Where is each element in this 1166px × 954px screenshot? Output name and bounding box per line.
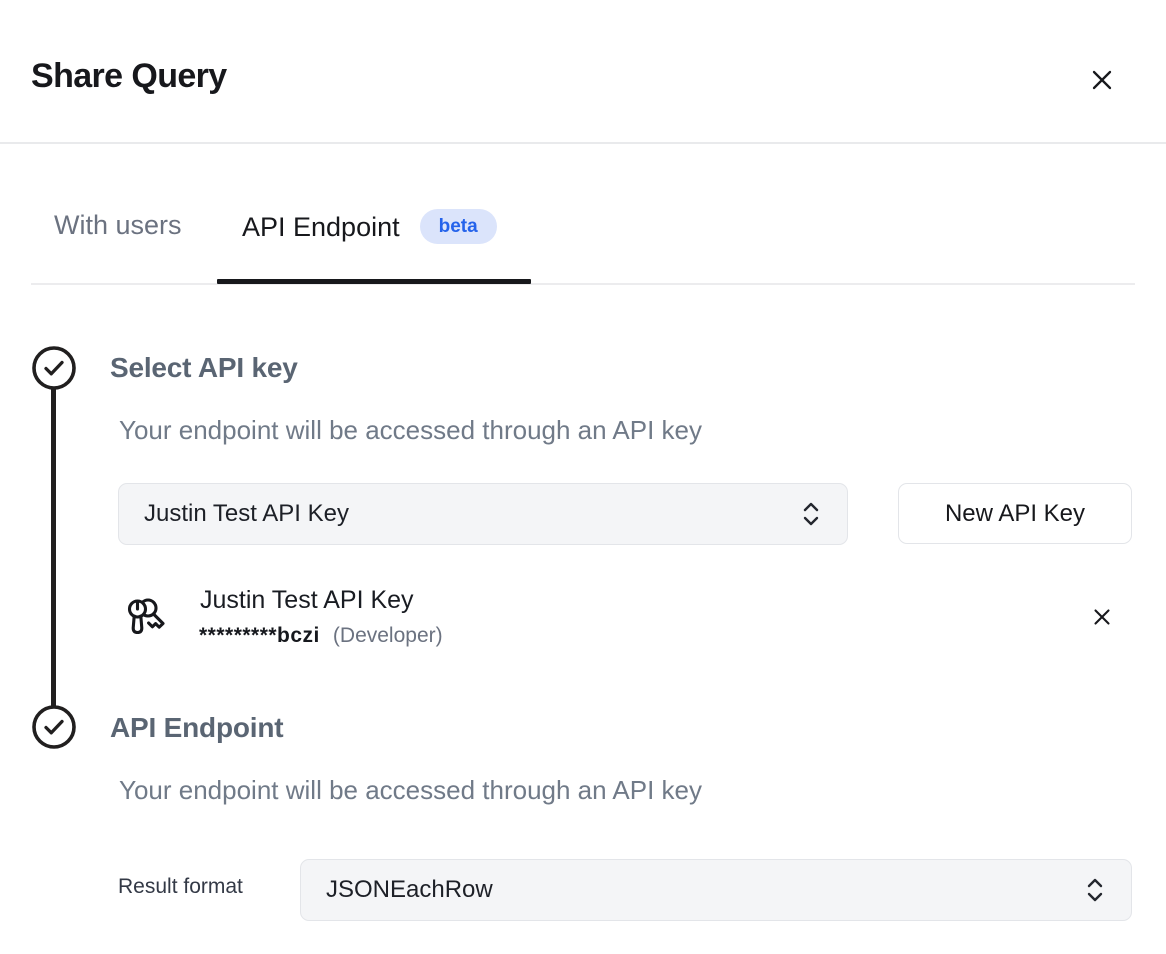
api-key-select-value: Justin Test API Key	[144, 500, 349, 528]
header-divider	[0, 142, 1166, 144]
keys-icon	[122, 593, 170, 643]
tabs-bottom-border	[31, 283, 1135, 285]
beta-badge: beta	[420, 209, 497, 244]
selected-key-masked-secret: *********bczi	[199, 624, 320, 648]
active-tab-underline	[217, 279, 531, 284]
tab-api-endpoint-label: API Endpoint	[242, 211, 400, 243]
step-1-title: Select API key	[110, 352, 298, 384]
close-icon	[1089, 67, 1115, 93]
stepper-connector-line	[51, 388, 56, 708]
chevron-updown-icon	[1085, 876, 1105, 904]
step-2-subtitle: Your endpoint will be accessed through a…	[119, 775, 702, 806]
close-icon	[1092, 607, 1112, 627]
check-circle-icon	[31, 704, 77, 750]
result-format-select-value: JSONEachRow	[326, 876, 493, 904]
api-key-select[interactable]: Justin Test API Key	[118, 483, 848, 545]
step-1-check-circle	[31, 345, 77, 391]
remove-key-button[interactable]	[1086, 601, 1118, 633]
tab-api-endpoint[interactable]: API Endpoint beta	[242, 209, 497, 244]
selected-key-name: Justin Test API Key	[200, 586, 414, 615]
selected-key-role: (Developer)	[333, 624, 443, 648]
tab-with-users[interactable]: With users	[54, 209, 182, 241]
modal-title: Share Query	[31, 57, 227, 96]
selected-key-meta: *********bczi (Developer)	[199, 624, 443, 648]
new-api-key-button[interactable]: New API Key	[898, 483, 1132, 544]
step-2-title: API Endpoint	[110, 712, 283, 744]
step-2-check-circle	[31, 704, 77, 750]
step-1-subtitle: Your endpoint will be accessed through a…	[119, 415, 702, 446]
result-format-select[interactable]: JSONEachRow	[300, 859, 1132, 921]
check-circle-icon	[31, 345, 77, 391]
tab-with-users-label: With users	[54, 210, 182, 240]
share-query-modal: Share Query With users API Endpoint beta…	[0, 0, 1166, 954]
chevron-updown-icon	[801, 500, 821, 528]
close-button[interactable]	[1084, 62, 1120, 98]
result-format-label: Result format	[118, 875, 243, 899]
